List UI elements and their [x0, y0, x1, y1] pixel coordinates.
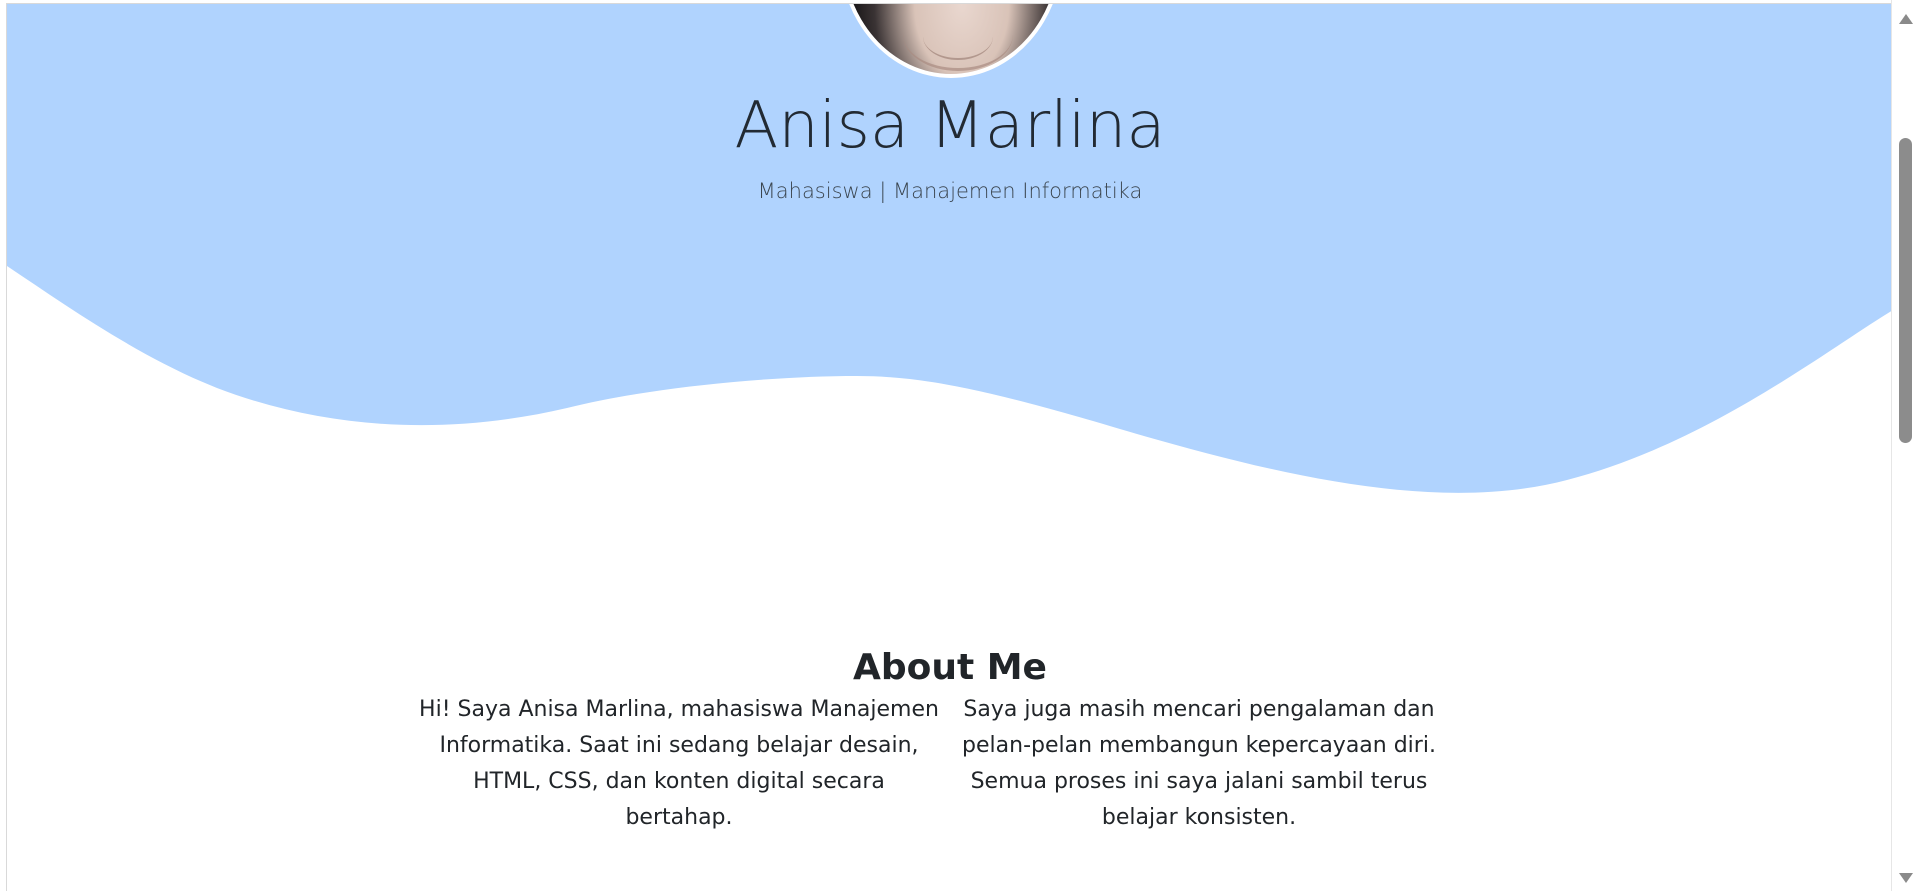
- vertical-scrollbar[interactable]: [1891, 0, 1919, 891]
- scrollbar-thumb[interactable]: [1899, 138, 1912, 443]
- about-heading: About Me: [853, 647, 1047, 688]
- scroll-up-arrow-icon[interactable]: [1899, 14, 1913, 24]
- about-paragraph-right: Saya juga masih mencari pengalaman dan p…: [962, 697, 1436, 830]
- browser-viewport: Anisa Marlina Mahasiswa | Manajemen Info…: [0, 0, 1919, 891]
- scroll-down-arrow-icon[interactable]: [1899, 873, 1913, 883]
- about-paragraph-left: Hi! Saya Anisa Marlina, mahasiswa Manaje…: [419, 697, 939, 830]
- profile-page: Anisa Marlina Mahasiswa | Manajemen Info…: [6, 3, 1893, 891]
- hero-wave-background: [7, 4, 1893, 493]
- avatar-detail: [923, 13, 993, 60]
- profile-name: Anisa Marlina: [734, 89, 1166, 163]
- profile-subtitle: Mahasiswa | Manajemen Informatika: [757, 179, 1143, 203]
